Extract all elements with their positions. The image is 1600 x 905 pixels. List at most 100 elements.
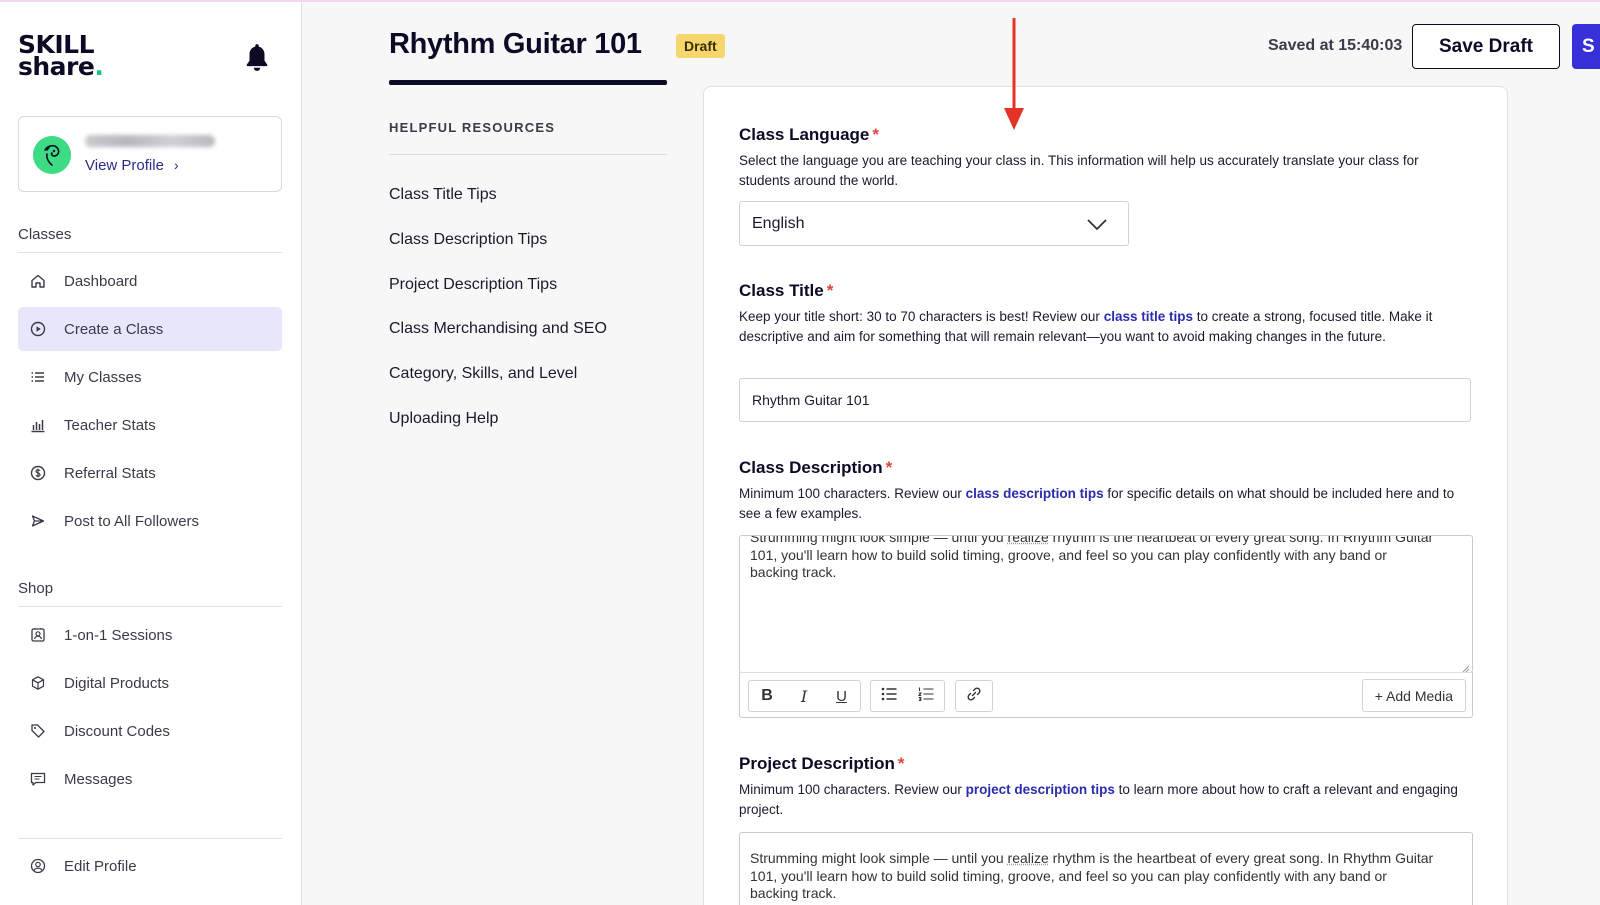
misspelled-word: realize xyxy=(1007,535,1049,545)
add-media-button[interactable]: + Add Media xyxy=(1361,679,1466,712)
select-value: English xyxy=(752,214,805,232)
class-language-label: Class Language * xyxy=(739,125,879,145)
class-description-tips-link[interactable]: class description tips xyxy=(966,486,1104,501)
resources-divider xyxy=(389,154,667,155)
class-language-select[interactable]: English xyxy=(739,201,1129,246)
sidebar-item-edit-profile[interactable]: Edit Profile xyxy=(18,844,282,888)
sidebar-item-referral-stats[interactable]: Referral Stats xyxy=(18,451,282,495)
helpful-resources-heading: HELPFUL RESOURCES xyxy=(389,120,556,135)
logo-dot: . xyxy=(94,52,104,81)
label-text: Class Language xyxy=(739,125,870,144)
sidebar-item-messages[interactable]: Messages xyxy=(18,757,282,801)
editor-line: rhythm is the heartbeat of every great s… xyxy=(1048,535,1434,545)
editor-line: rhythm is the heartbeat of every great s… xyxy=(1048,850,1434,866)
title-underline xyxy=(389,80,667,85)
italic-button[interactable]: I xyxy=(785,680,824,712)
bullet-list-button[interactable] xyxy=(870,680,908,712)
class-title-input[interactable] xyxy=(739,378,1471,422)
misspelled-word: realize xyxy=(1007,850,1049,866)
project-description-label: Project Description * xyxy=(739,754,905,774)
view-profile-link[interactable]: View Profile › xyxy=(85,157,179,174)
sidebar-item-create-a-class[interactable]: Create a Class xyxy=(18,307,282,351)
resource-link-class-title-tips[interactable]: Class Title Tips xyxy=(389,186,497,204)
required-asterisk: * xyxy=(897,754,905,773)
sidebar-item-label: Messages xyxy=(64,770,133,788)
bottom-divider xyxy=(18,838,282,839)
tag-icon xyxy=(28,721,48,741)
bell-icon[interactable] xyxy=(244,42,270,74)
box-icon xyxy=(28,673,48,693)
italic-icon: I xyxy=(800,686,808,706)
class-title-tips-link[interactable]: class title tips xyxy=(1104,309,1193,324)
resource-link-uploading-help[interactable]: Uploading Help xyxy=(389,410,498,428)
class-description-editor[interactable]: Strumming might look simple — until you … xyxy=(739,535,1473,673)
sidebar-item-teacher-stats[interactable]: Teacher Stats xyxy=(18,403,282,447)
send-icon xyxy=(28,511,48,531)
label-text: Project Description xyxy=(739,754,895,773)
project-description-helper: Minimum 100 characters. Review our proje… xyxy=(739,780,1469,820)
person-card-icon xyxy=(28,625,48,645)
resource-link-merchandising-seo[interactable]: Class Merchandising and SEO xyxy=(389,320,607,338)
shop-divider xyxy=(18,606,282,607)
editor-line: 101, you'll learn how to build solid tim… xyxy=(750,546,1387,563)
editor-line: backing track. xyxy=(750,564,837,580)
required-asterisk: * xyxy=(826,281,834,300)
helper-text: Minimum 100 characters. Review our xyxy=(739,782,966,797)
numbered-list-button[interactable] xyxy=(907,680,945,712)
class-description-text[interactable]: Strumming might look simple — until you … xyxy=(750,535,1462,582)
class-description-helper: Minimum 100 characters. Review our class… xyxy=(739,484,1469,524)
editor-line: 101, you'll learn how to build solid tim… xyxy=(750,867,1387,884)
sidebar-item-label: Teacher Stats xyxy=(64,416,156,434)
classes-divider xyxy=(18,252,282,253)
project-description-tips-link[interactable]: project description tips xyxy=(966,782,1115,797)
project-description-editor[interactable]: Strumming might look simple — until you … xyxy=(739,832,1473,905)
sidebar: SKILL share. View Profile › Classes Dashb… xyxy=(0,2,302,905)
sidebar-item-label: Dashboard xyxy=(64,272,138,290)
link-button[interactable] xyxy=(955,680,993,712)
sidebar-item-label: Edit Profile xyxy=(64,857,137,875)
bold-button[interactable]: B xyxy=(748,680,786,712)
sidebar-item-label: Create a Class xyxy=(64,320,164,338)
class-description-label: Class Description * xyxy=(739,458,892,478)
project-description-text[interactable]: Strumming might look simple — until you … xyxy=(750,850,1462,903)
dollar-circle-icon xyxy=(28,463,48,483)
label-text: Class Description xyxy=(739,458,883,477)
resource-link-class-description-tips[interactable]: Class Description Tips xyxy=(389,231,547,249)
sidebar-item-label: My Classes xyxy=(64,368,142,386)
editor-line: Strumming might look simple — until you xyxy=(750,535,1008,545)
helper-text: Keep your title short: 30 to 70 characte… xyxy=(739,309,1104,324)
save-draft-button[interactable]: Save Draft xyxy=(1412,24,1560,69)
editor-line: backing track. xyxy=(750,885,837,901)
required-asterisk: * xyxy=(872,125,879,144)
annotation-arrow-icon xyxy=(1004,18,1024,130)
user-circle-icon xyxy=(28,856,48,876)
sidebar-item-discount-codes[interactable]: Discount Codes xyxy=(18,709,282,753)
required-asterisk: * xyxy=(885,458,893,477)
underline-button[interactable]: U xyxy=(823,680,861,712)
sidebar-item-label: Referral Stats xyxy=(64,464,156,482)
shop-section-label: Shop xyxy=(18,580,54,597)
label-text: Class Title xyxy=(739,281,824,300)
skillshare-logo[interactable]: SKILL share. xyxy=(18,32,138,81)
profile-name-blurred xyxy=(85,135,215,147)
classes-section-label: Classes xyxy=(18,226,72,243)
sidebar-item-digital-products[interactable]: Digital Products xyxy=(18,661,282,705)
resource-link-project-description-tips[interactable]: Project Description Tips xyxy=(389,276,557,294)
avatar xyxy=(33,136,71,174)
status-badge: Draft xyxy=(676,34,725,58)
sidebar-item-my-classes[interactable]: My Classes xyxy=(18,355,282,399)
submit-button[interactable]: S xyxy=(1572,24,1600,69)
chevron-down-icon xyxy=(1086,214,1108,234)
resource-link-category-skills-level[interactable]: Category, Skills, and Level xyxy=(389,365,577,383)
logo-line-2: share xyxy=(18,52,95,81)
list-icon xyxy=(28,367,48,387)
sidebar-item-dashboard[interactable]: Dashboard xyxy=(18,259,282,303)
class-language-helper: Select the language you are teaching you… xyxy=(739,153,1419,188)
sidebar-item-post-to-all-followers[interactable]: Post to All Followers xyxy=(18,499,282,543)
formatting-toolbar: B I U + Add Media xyxy=(739,672,1473,718)
chevron-right-icon: › xyxy=(173,157,179,173)
resize-handle-icon[interactable] xyxy=(1460,660,1470,672)
sidebar-item-1-on-1-sessions[interactable]: 1-on-1 Sessions xyxy=(18,613,282,657)
underline-icon: U xyxy=(836,687,847,705)
profile-card[interactable]: View Profile › xyxy=(18,116,282,192)
